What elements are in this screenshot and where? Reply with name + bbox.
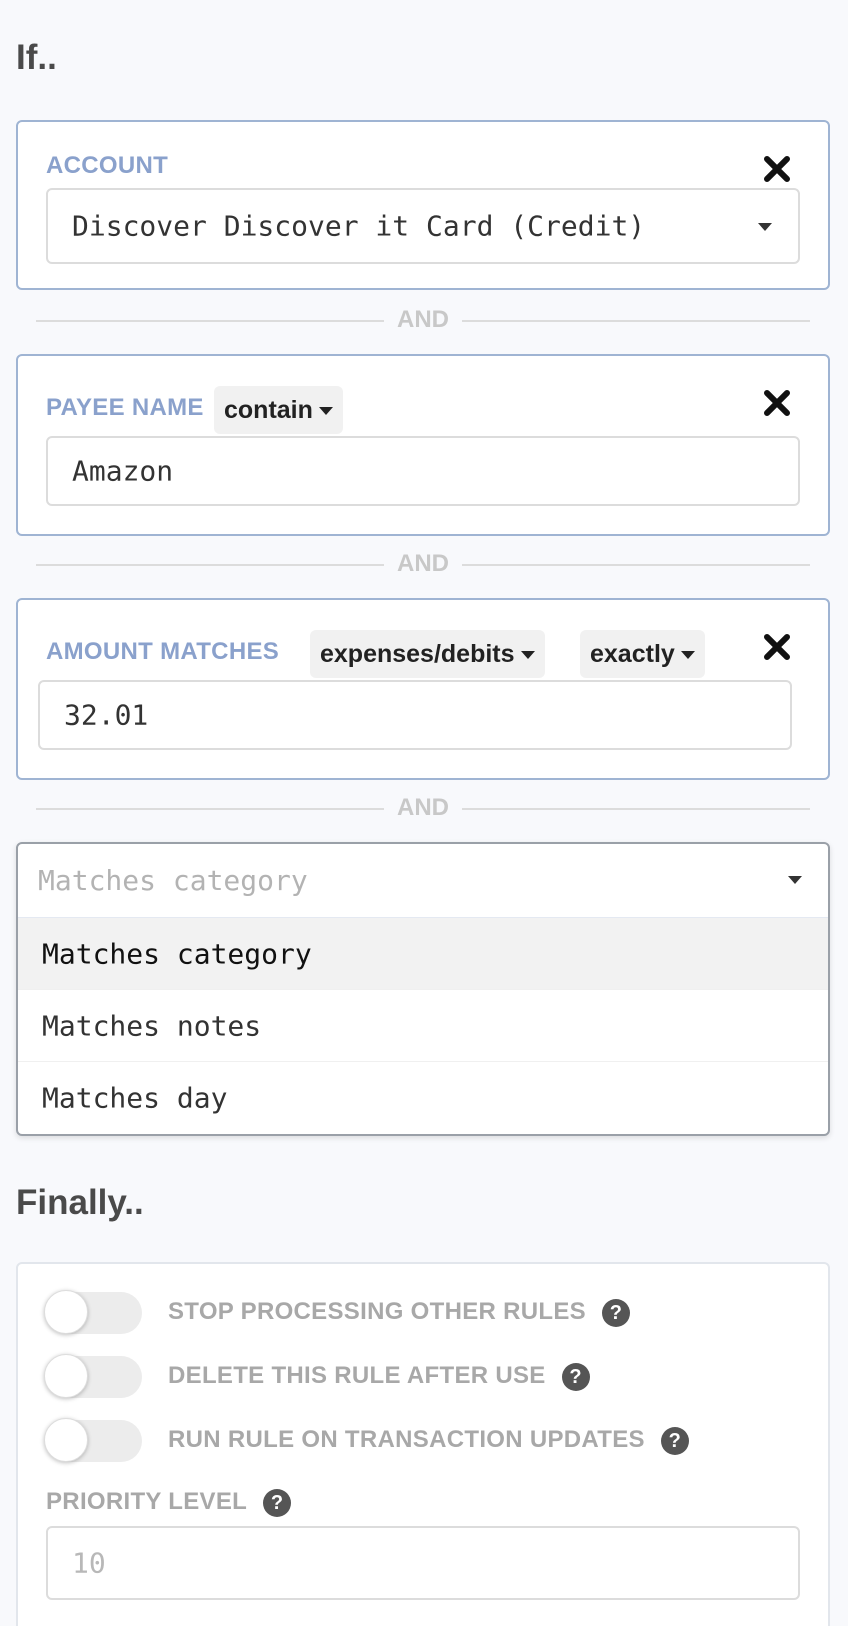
caret-down-icon [520,651,535,660]
and-label: AND [397,306,449,333]
run-on-updates-toggle[interactable] [44,1418,142,1462]
finally-section-title: Finally.. [16,1183,144,1222]
priority-level-placeholder: 10 [72,1546,106,1580]
help-icon[interactable]: ? [601,1298,630,1327]
dropdown-option-label: Matches notes [42,1009,262,1042]
priority-level-input[interactable]: 10 [46,1526,800,1600]
chevron-down-icon [788,876,802,884]
close-icon[interactable] [762,632,792,662]
run-on-updates-label: RUN RULE ON TRANSACTION UPDATES? [168,1426,689,1455]
toggle-knob [44,1290,88,1334]
payee-operator-label: contain [224,396,313,424]
payee-operator-select[interactable]: contain [214,386,343,434]
help-icon[interactable]: ? [263,1488,292,1517]
run-on-updates-text: RUN RULE ON TRANSACTION UPDATES [168,1426,645,1453]
priority-level-text: PRIORITY LEVEL [46,1488,248,1515]
chevron-down-icon [758,223,772,231]
stop-processing-text: STOP PROCESSING OTHER RULES [168,1298,586,1325]
finally-options-panel: STOP PROCESSING OTHER RULES? DELETE THIS… [16,1262,830,1626]
close-icon[interactable] [762,154,792,184]
dropdown-option-matches-category[interactable]: Matches category [18,918,828,990]
account-condition-card: ACCOUNT Discover Discover it Card (Credi… [16,120,830,290]
delete-after-use-label: DELETE THIS RULE AFTER USE? [168,1362,590,1391]
delete-after-use-text: DELETE THIS RULE AFTER USE [168,1362,546,1389]
amount-value: 32.01 [64,698,149,732]
account-select[interactable]: Discover Discover it Card (Credit) [46,188,800,264]
amount-type-select[interactable]: expenses/debits [310,630,545,678]
add-condition-placeholder: Matches category [38,864,308,897]
toggle-knob [44,1418,88,1462]
help-icon[interactable]: ? [561,1362,590,1391]
close-icon[interactable] [762,388,792,418]
add-condition-select[interactable]: Matches category [18,844,828,918]
add-condition-dropdown[interactable]: Matches category Matches category Matche… [16,842,830,1136]
dropdown-option-label: Matches day [42,1081,228,1115]
payee-name-input[interactable]: Amazon [46,436,800,506]
dropdown-option-matches-notes[interactable]: Matches notes [18,990,828,1062]
and-divider: AND [36,794,810,824]
payee-condition-card: PAYEE NAME contain Amazon [16,354,830,536]
stop-processing-label: STOP PROCESSING OTHER RULES? [168,1298,630,1327]
and-divider: AND [36,306,810,336]
priority-level-label: PRIORITY LEVEL? [46,1488,292,1517]
amount-type-label: expenses/debits [320,640,515,668]
amount-match-label: exactly [590,640,675,668]
caret-down-icon [318,407,333,416]
and-label: AND [397,550,449,577]
toggle-knob [44,1354,88,1398]
amount-condition-card: AMOUNT MATCHES expenses/debits exactly 3… [16,598,830,780]
and-label: AND [397,794,449,821]
amount-label: AMOUNT MATCHES [46,638,280,665]
if-section-title: If.. [16,38,57,77]
help-icon[interactable]: ? [660,1426,689,1455]
account-label: ACCOUNT [46,152,169,179]
amount-match-select[interactable]: exactly [580,630,705,678]
stop-processing-toggle[interactable] [44,1290,142,1334]
dropdown-option-matches-day[interactable]: Matches day [18,1062,828,1134]
account-select-value: Discover Discover it Card (Credit) [72,209,646,243]
payee-label: PAYEE NAME [46,394,204,421]
payee-name-value: Amazon [72,454,174,488]
delete-after-use-toggle[interactable] [44,1354,142,1398]
dropdown-option-label: Matches category [42,937,312,970]
caret-down-icon [680,651,695,660]
and-divider: AND [36,550,810,580]
amount-input[interactable]: 32.01 [38,680,792,750]
